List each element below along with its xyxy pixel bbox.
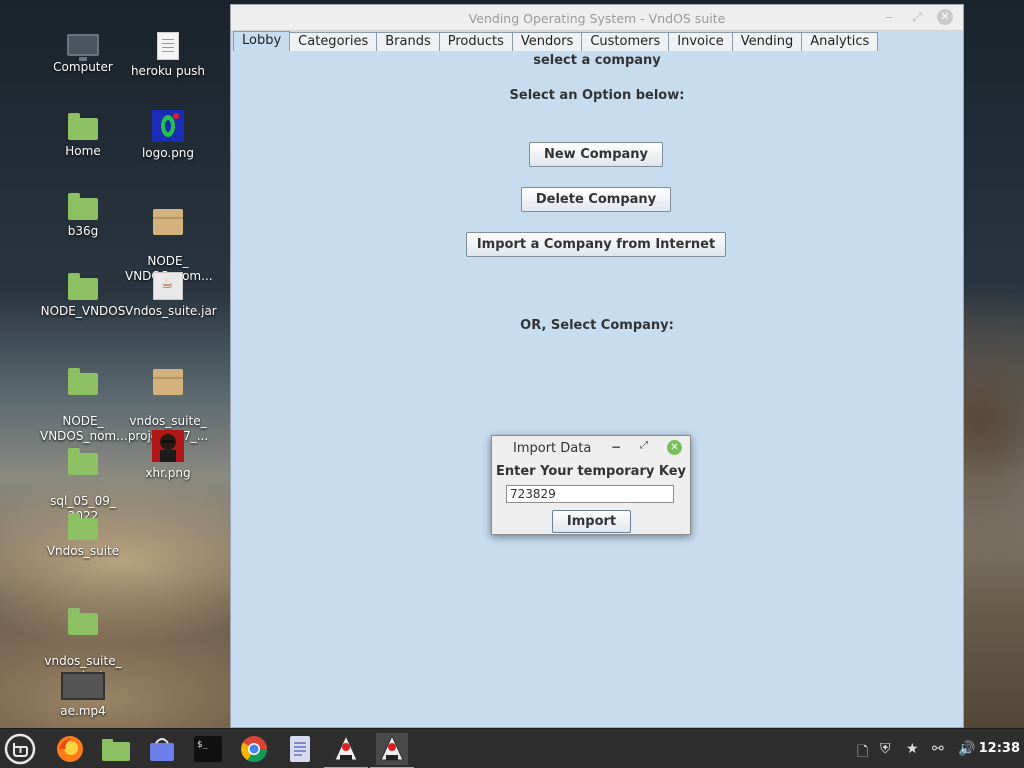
vndos-window: Vending Operating System - VndOS suite ‒…	[230, 4, 964, 728]
minimize-icon[interactable]: ‒	[881, 9, 897, 25]
java-duke-icon	[334, 734, 358, 761]
dialog-title: Import Data	[513, 441, 592, 456]
maximize-icon[interactable]: ⤢	[909, 9, 925, 25]
archive-icon	[153, 209, 183, 235]
window-title: Vending Operating System - VndOS suite	[468, 11, 726, 26]
tab-categories[interactable]: Categories	[289, 32, 378, 51]
lobby-panel: select a company Select an Option below:…	[231, 51, 963, 727]
network-icon[interactable]: ⚯	[932, 741, 944, 757]
desktop-icon-heroku-push[interactable]: heroku push	[125, 32, 211, 79]
desktop-icon-xhr-png[interactable]: xhr.png	[125, 430, 211, 481]
desktop-icon-label: heroku push	[130, 64, 206, 78]
firefox-icon[interactable]	[54, 733, 86, 765]
temporary-key-prompt: Enter Your temporary Key	[496, 464, 686, 479]
home-folder-icon	[68, 113, 98, 140]
desktop-icon-label: b36g	[67, 224, 99, 238]
import-button[interactable]: Import	[552, 510, 631, 533]
desktop-icon-home[interactable]: Home	[40, 112, 126, 159]
folder-icon	[68, 273, 98, 300]
minimize-icon[interactable]: −	[611, 440, 621, 454]
desktop-icon-label: Computer	[53, 60, 113, 74]
import-data-dialog: Import Data − ⤢ ✕ Enter Your temporary K…	[491, 435, 691, 535]
tab-vendors[interactable]: Vendors	[511, 32, 583, 51]
chrome-icon[interactable]	[238, 733, 270, 765]
text-editor-icon[interactable]	[284, 733, 316, 765]
shield-icon[interactable]: ⛨	[880, 741, 891, 757]
archive-icon	[153, 369, 183, 395]
desktop-icon-label: Vndos_suite	[46, 544, 120, 558]
tab-brands[interactable]: Brands	[376, 32, 440, 51]
folder-icon	[68, 368, 98, 395]
folder-icon	[68, 513, 98, 540]
delete-company-button[interactable]: Delete Company	[521, 187, 671, 212]
close-icon[interactable]: ✕	[937, 9, 953, 25]
dialog-titlebar[interactable]: Import Data − ⤢ ✕	[492, 436, 690, 460]
new-company-button[interactable]: New Company	[529, 142, 663, 167]
desktop-icon-label: logo.png	[141, 146, 195, 160]
image-file-icon	[152, 430, 184, 462]
desktop-icon-label: NODE_VNDOS	[40, 304, 126, 318]
text-file-icon	[157, 32, 179, 60]
svg-text:$_: $_	[197, 740, 208, 750]
select-option-heading: Select an Option below:	[509, 88, 685, 103]
software-manager-icon[interactable]	[146, 733, 178, 765]
computer-icon	[67, 34, 99, 61]
java-app-window-1[interactable]	[324, 733, 368, 768]
image-file-icon	[152, 110, 184, 142]
taskbar: $_ 🗋 ⛨ ★ ⚯ 🔊 12:38	[0, 728, 1024, 768]
java-jar-icon	[153, 272, 183, 300]
tab-invoice[interactable]: Invoice	[668, 32, 733, 51]
desktop-icon-vndos-suite-jar[interactable]: Vndos_suite.jar	[125, 272, 217, 319]
star-icon[interactable]: ★	[906, 741, 919, 757]
window-titlebar[interactable]: Vending Operating System - VndOS suite ‒…	[231, 5, 963, 31]
desktop-icon-label: xhr.png	[145, 466, 191, 480]
desktop-icon-label: Home	[65, 144, 101, 158]
clock[interactable]: 12:38	[979, 741, 1020, 756]
java-duke-icon	[380, 734, 404, 761]
tab-customers[interactable]: Customers	[581, 32, 670, 51]
folder-icon	[68, 608, 98, 635]
desktop-icon-b36g[interactable]: b36g	[40, 192, 126, 239]
desktop-icon-label: Vndos_suite.jar	[125, 304, 217, 318]
import-company-button[interactable]: Import a Company from Internet	[466, 232, 726, 257]
folder-icon	[68, 448, 98, 475]
select-company-heading: select a company	[533, 53, 661, 68]
maximize-icon[interactable]: ⤢	[640, 440, 648, 451]
video-file-icon	[61, 672, 105, 700]
folder-icon	[68, 193, 98, 220]
desktop-icon-node-vndos[interactable]: NODE_VNDOS	[40, 272, 126, 319]
desktop-icon-logo-png[interactable]: logo.png	[125, 110, 211, 161]
tab-bar: Lobby Categories Brands Products Vendors Cust…	[233, 31, 879, 51]
or-select-company-heading: OR, Select Company:	[520, 318, 674, 333]
close-icon[interactable]: ✕	[667, 440, 682, 455]
tab-analytics[interactable]: Analytics	[801, 32, 879, 51]
tab-products[interactable]: Products	[438, 32, 513, 51]
desktop-icon-computer[interactable]: Computer	[40, 32, 126, 75]
tab-lobby[interactable]: Lobby	[233, 31, 291, 51]
files-icon[interactable]	[100, 733, 132, 765]
java-app-window-2[interactable]	[370, 733, 414, 768]
tab-vending[interactable]: Vending	[731, 32, 803, 51]
temporary-key-input[interactable]	[506, 485, 674, 503]
terminal-icon[interactable]: $_	[192, 733, 224, 765]
volume-icon[interactable]: 🔊	[958, 741, 975, 757]
mint-menu-icon[interactable]	[4, 733, 36, 765]
update-manager-icon[interactable]: 🗋	[857, 741, 868, 765]
desktop-icon-ae-mp4[interactable]: ae.mp4	[40, 672, 126, 719]
desktop-icon-vndos-suite[interactable]: Vndos_suite	[40, 512, 126, 559]
desktop-icon-label: ae.mp4	[60, 704, 106, 718]
